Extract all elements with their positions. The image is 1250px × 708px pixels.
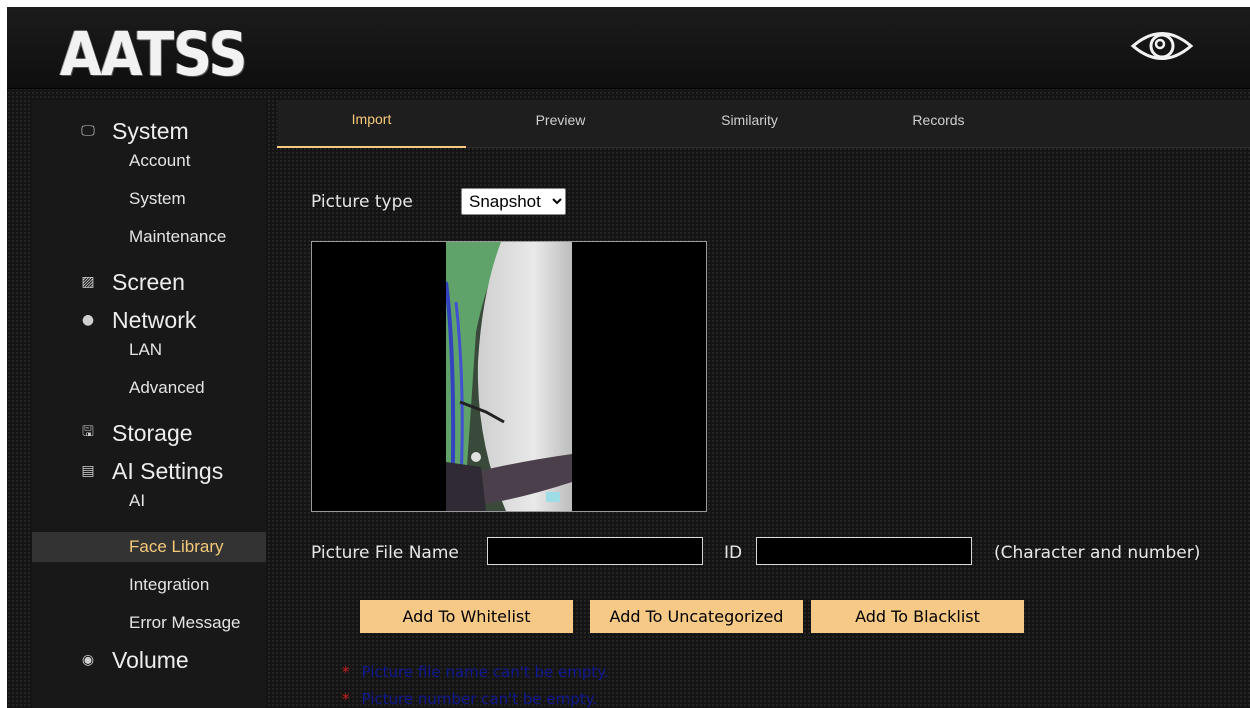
tab-similarity[interactable]: Similarity bbox=[655, 100, 844, 148]
sidebar-group-screen[interactable]: ▨ Screen bbox=[32, 263, 266, 301]
id-label: ID bbox=[724, 543, 743, 563]
sidebar-item-face-library[interactable]: Face Library bbox=[32, 532, 266, 562]
main-panel: Import Preview Similarity Records Pictur… bbox=[277, 100, 1250, 708]
snapshot-image bbox=[446, 242, 572, 511]
top-header: AATSS bbox=[7, 7, 1250, 90]
sidebar-group-label: Screen bbox=[112, 268, 185, 295]
picture-file-name-label: Picture File Name bbox=[311, 543, 459, 563]
sidebar-group-label: Storage bbox=[112, 419, 193, 446]
eye-icon[interactable] bbox=[1129, 25, 1195, 67]
sidebar-group-label: Volume bbox=[112, 646, 189, 673]
add-to-whitelist-button[interactable]: Add To Whitelist bbox=[360, 600, 573, 633]
sidebar-group-system[interactable]: 🖵 System bbox=[32, 112, 266, 150]
sidebar-group-ai-settings[interactable]: ▤ AI Settings bbox=[32, 452, 266, 490]
app-window: AATSS 🖵 System Account System Maintenanc… bbox=[7, 7, 1250, 708]
error-text: Picture number can't be empty. bbox=[361, 690, 598, 708]
sidebar-group-label: System bbox=[112, 117, 189, 144]
sidebar-group-storage[interactable]: 🖫 Storage bbox=[32, 414, 266, 452]
tab-bar: Import Preview Similarity Records bbox=[277, 100, 1250, 148]
sidebar-menu: 🖵 System Account System Maintenance ▨ Sc… bbox=[32, 100, 266, 708]
snapshot-preview bbox=[311, 241, 707, 512]
sidebar-group-network[interactable]: ● Network bbox=[32, 301, 266, 339]
monitor-icon: 🖵 bbox=[81, 123, 95, 139]
sidebar-item-account[interactable]: Account bbox=[32, 146, 266, 176]
image-icon: ▨ bbox=[81, 274, 95, 290]
add-to-uncategorized-button[interactable]: Add To Uncategorized bbox=[590, 600, 803, 633]
id-hint: (Character and number) bbox=[994, 543, 1201, 563]
sidebar-group-label: Network bbox=[112, 306, 197, 333]
sidebar-item-advanced[interactable]: Advanced bbox=[32, 373, 266, 403]
error-star: * bbox=[342, 690, 350, 708]
sidebar-item-ai[interactable]: AI bbox=[32, 486, 266, 516]
sidebar-group-label: AI Settings bbox=[112, 457, 224, 484]
tab-import[interactable]: Import bbox=[277, 100, 466, 148]
picture-type-select[interactable]: Snapshot bbox=[461, 188, 566, 215]
tab-preview[interactable]: Preview bbox=[466, 100, 655, 148]
id-input[interactable] bbox=[756, 537, 972, 565]
aatss-logo: AATSS bbox=[60, 19, 248, 90]
speaker-icon: ◉ bbox=[81, 652, 95, 668]
sidebar-item-lan[interactable]: LAN bbox=[32, 335, 266, 365]
error-message: * Picture number can't be empty. bbox=[342, 690, 597, 708]
error-message: * Picture file name can't be empty. bbox=[342, 663, 609, 681]
tab-records[interactable]: Records bbox=[844, 100, 1033, 148]
error-star: * bbox=[342, 663, 350, 681]
picture-type-label: Picture type bbox=[311, 192, 413, 212]
globe-icon: ● bbox=[81, 312, 95, 328]
sidebar-item-maintenance[interactable]: Maintenance bbox=[32, 222, 266, 252]
sidebar-item-integration[interactable]: Integration bbox=[32, 570, 266, 600]
document-icon: ▤ bbox=[81, 463, 95, 479]
sidebar-item-system[interactable]: System bbox=[32, 184, 266, 214]
floppy-disk-icon: 🖫 bbox=[82, 424, 94, 440]
sidebar-group-volume[interactable]: ◉ Volume bbox=[32, 641, 266, 679]
picture-file-name-input[interactable] bbox=[487, 537, 703, 565]
error-text: Picture file name can't be empty. bbox=[361, 663, 609, 681]
add-to-blacklist-button[interactable]: Add To Blacklist bbox=[811, 600, 1024, 633]
sidebar-item-error-message[interactable]: Error Message bbox=[32, 608, 266, 638]
